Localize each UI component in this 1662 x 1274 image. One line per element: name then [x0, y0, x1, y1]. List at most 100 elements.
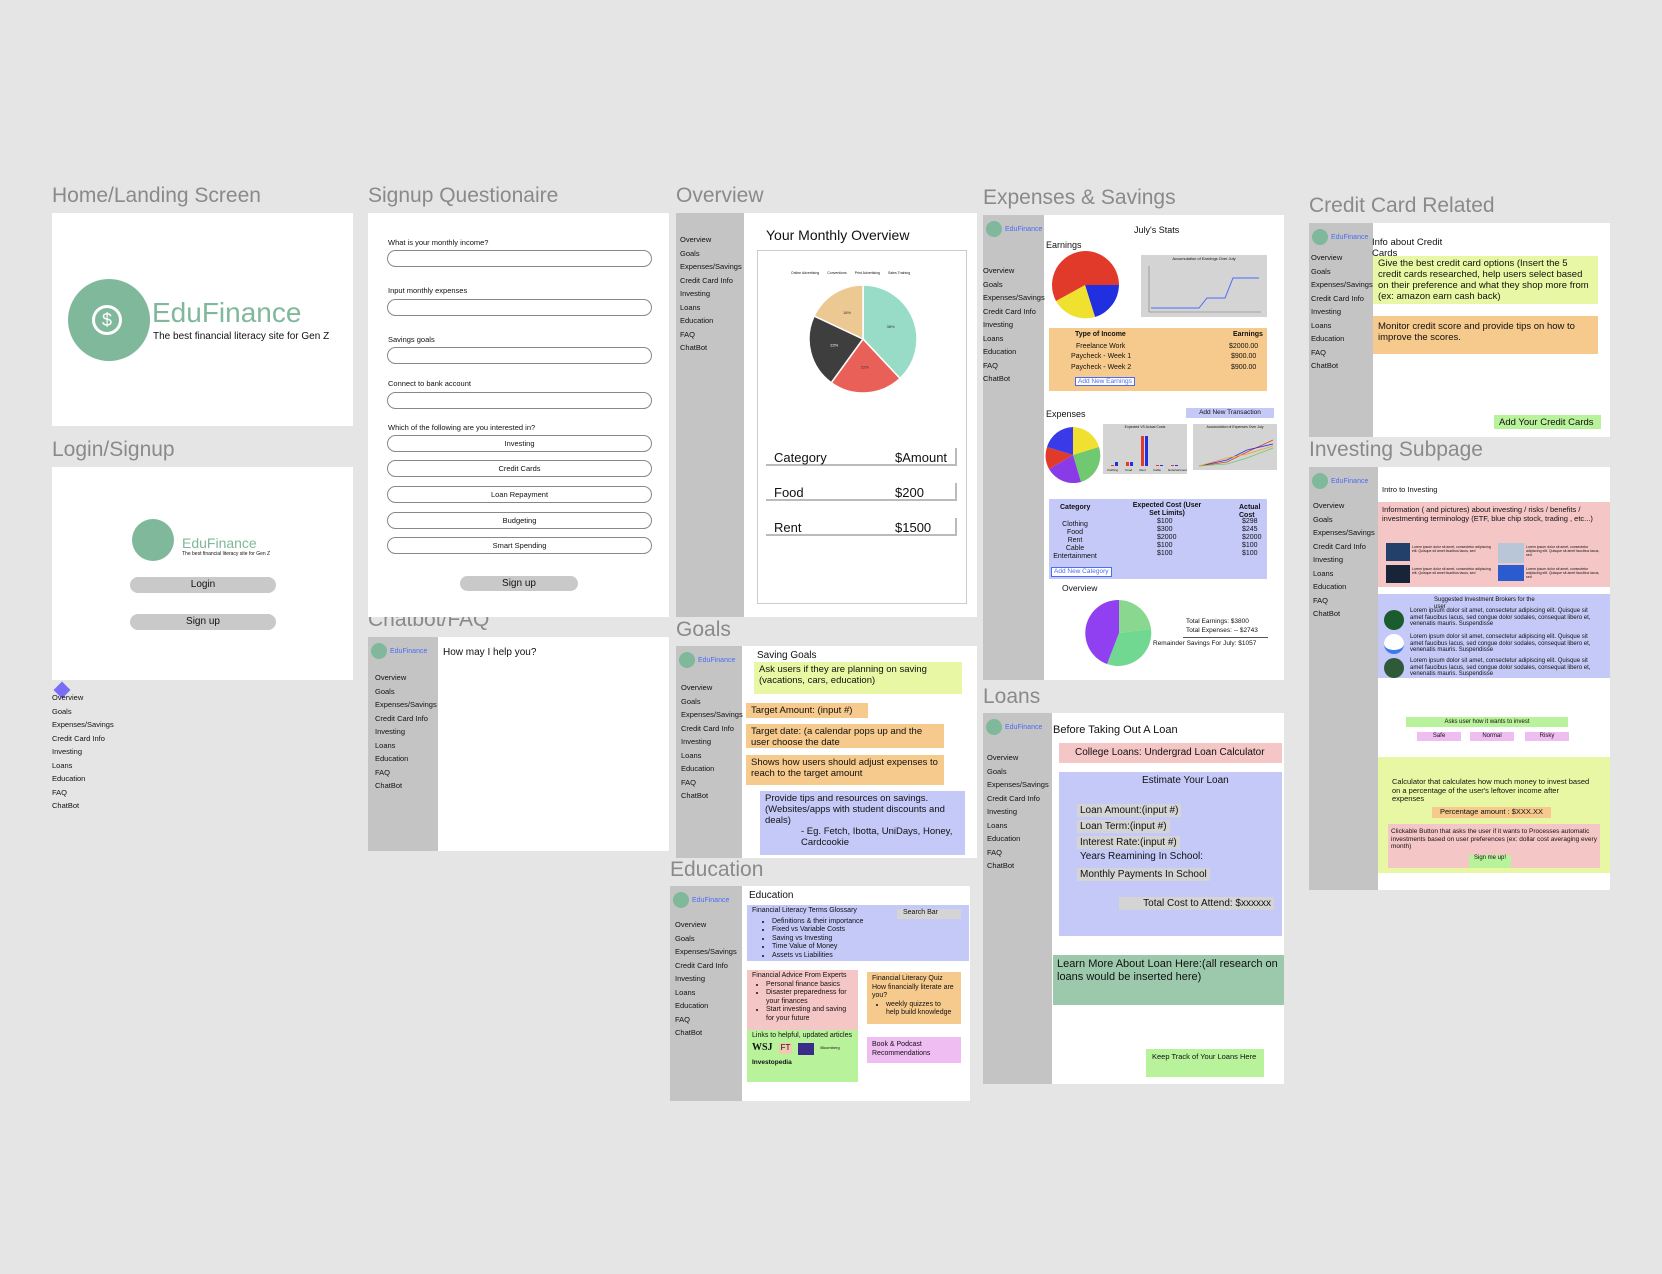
income-input[interactable]	[387, 250, 652, 267]
nav-item[interactable]: Overview	[52, 691, 114, 705]
nav-item[interactable]: Goals	[1313, 513, 1375, 527]
nav-item[interactable]: Expenses/Savings	[1313, 526, 1375, 540]
risk-risky-button[interactable]: Risky	[1525, 732, 1569, 741]
option-smart-spending[interactable]: Smart Spending	[387, 537, 652, 554]
quiz-box[interactable]: Financial Literacy Quiz How financially …	[867, 972, 961, 1024]
nav-item[interactable]: Credit Card Info	[680, 274, 742, 288]
search-bar[interactable]: Search Bar	[897, 909, 961, 919]
nav-item[interactable]: Investing	[680, 287, 742, 301]
loan-term-input[interactable]: Loan Term:(input #)	[1077, 820, 1170, 833]
nav-item[interactable]: FAQ	[1313, 594, 1375, 608]
nav-item[interactable]: Investing	[675, 972, 737, 986]
option-budgeting[interactable]: Budgeting	[387, 512, 652, 529]
nav-item[interactable]: Education	[52, 772, 114, 786]
savings-input[interactable]	[387, 347, 652, 364]
nav-item[interactable]: Credit Card Info	[1311, 292, 1373, 306]
nav-item[interactable]: Loans	[680, 301, 742, 315]
nav-item[interactable]: Education	[681, 762, 743, 776]
bank-input[interactable]	[387, 392, 652, 409]
nav-item[interactable]: Credit Card Info	[1313, 540, 1375, 554]
nav-item[interactable]: Goals	[987, 765, 1049, 779]
nav-item[interactable]: Expenses/Savings	[675, 945, 737, 959]
nav-item[interactable]: Expenses/Savings	[52, 718, 114, 732]
publication-logo-icon[interactable]	[798, 1042, 815, 1055]
nav-item[interactable]: Credit Card Info	[375, 712, 437, 726]
nav-item[interactable]: Loans	[681, 749, 743, 763]
option-credit-cards[interactable]: Credit Cards	[387, 460, 652, 477]
broker-description[interactable]: Lorem ipsum dolor sit amet, consectetur …	[1410, 658, 1600, 678]
nav-item[interactable]: Credit Card Info	[987, 792, 1049, 806]
bloomberg-link[interactable]: Bloomberg	[820, 1044, 839, 1053]
nav-item[interactable]: Goals	[681, 695, 743, 709]
nav-item[interactable]: Investing	[375, 725, 437, 739]
nav-item[interactable]: Goals	[675, 932, 737, 946]
nav-item[interactable]: FAQ	[675, 1013, 737, 1027]
nav-item[interactable]: Investing	[1311, 305, 1373, 319]
nav-item[interactable]: Expenses/Savings	[987, 778, 1049, 792]
nav-item[interactable]: ChatBot	[675, 1026, 737, 1040]
nav-item[interactable]: Overview	[680, 233, 742, 247]
expenses-input[interactable]	[387, 299, 652, 316]
nav-item[interactable]: FAQ	[987, 846, 1049, 860]
nav-item[interactable]: Education	[983, 345, 1045, 359]
nav-item[interactable]: FAQ	[1311, 346, 1373, 360]
learn-more-loans[interactable]: Learn More About Loan Here:(all research…	[1053, 955, 1284, 1005]
signup-button[interactable]: Sign up	[130, 614, 276, 630]
nav-item[interactable]: Loans	[675, 986, 737, 1000]
nav-item[interactable]: Overview	[681, 681, 743, 695]
loan-amount-input[interactable]: Loan Amount:(input #)	[1077, 804, 1182, 817]
nav-item[interactable]: Goals	[375, 685, 437, 699]
nav-item[interactable]: Loans	[52, 759, 114, 773]
nav-item[interactable]: Expenses/Savings	[983, 291, 1045, 305]
nav-item[interactable]: Goals	[983, 278, 1045, 292]
nav-item[interactable]: Education	[1313, 580, 1375, 594]
login-button[interactable]: Login	[130, 577, 276, 593]
nav-item[interactable]: Overview	[1313, 499, 1375, 513]
nav-item[interactable]: FAQ	[375, 766, 437, 780]
nav-item[interactable]: Overview	[1311, 251, 1373, 265]
nav-item[interactable]: Education	[680, 314, 742, 328]
nav-item[interactable]: Goals	[52, 705, 114, 719]
nav-item[interactable]: Overview	[375, 671, 437, 685]
nav-item[interactable]: ChatBot	[375, 779, 437, 793]
nav-item[interactable]: FAQ	[983, 359, 1045, 373]
track-loans-button[interactable]: Keep Track of Your Loans Here	[1146, 1049, 1264, 1077]
nav-item[interactable]: Goals	[680, 247, 742, 261]
option-loan-repayment[interactable]: Loan Repayment	[387, 486, 652, 503]
wsj-link[interactable]: WSJ	[752, 1043, 773, 1053]
broker-description[interactable]: Lorem ipsum dolor sit amet, consectetur …	[1410, 634, 1600, 654]
nav-item[interactable]: ChatBot	[987, 859, 1049, 873]
nav-item[interactable]: Education	[1311, 332, 1373, 346]
nav-item[interactable]: Loans	[987, 819, 1049, 833]
nav-item[interactable]: Credit Card Info	[983, 305, 1045, 319]
nav-item[interactable]: Overview	[675, 918, 737, 932]
add-category-button[interactable]: Add New Category	[1051, 567, 1112, 577]
nav-item[interactable]: Investing	[52, 745, 114, 759]
books-podcasts-box[interactable]: Book & Podcast Recommendations	[867, 1037, 961, 1063]
risk-normal-button[interactable]: Normal	[1470, 732, 1514, 741]
nav-item[interactable]: Expenses/Savings	[680, 260, 742, 274]
nav-item[interactable]: Education	[375, 752, 437, 766]
broker-description[interactable]: Lorem ipsum dolor sit amet, consectetur …	[1410, 608, 1600, 628]
nav-item[interactable]: Goals	[1311, 265, 1373, 279]
nav-item[interactable]: Loans	[983, 332, 1045, 346]
nav-item[interactable]: ChatBot	[680, 341, 742, 355]
target-date-note[interactable]: Target date: (a calendar pops up and the…	[746, 724, 944, 748]
nav-item[interactable]: Loans	[1313, 567, 1375, 581]
nav-item[interactable]: ChatBot	[1313, 607, 1375, 621]
nav-item[interactable]: Loans	[1311, 319, 1373, 333]
nav-item[interactable]: Loans	[375, 739, 437, 753]
add-credit-cards-button[interactable]: Add Your Credit Cards Here!	[1494, 415, 1601, 429]
nav-item[interactable]: Credit Card Info	[52, 732, 114, 746]
nav-item[interactable]: Overview	[983, 264, 1045, 278]
nav-item[interactable]: Expenses/Savings	[1311, 278, 1373, 292]
sign-me-up-button[interactable]: Sign me up!	[1469, 855, 1511, 868]
nav-item[interactable]: Overview	[987, 751, 1049, 765]
monthly-payments-field[interactable]: Monthly Payments In School	[1077, 868, 1210, 881]
nav-item[interactable]: Education	[987, 832, 1049, 846]
option-investing[interactable]: Investing	[387, 435, 652, 452]
nav-item[interactable]: FAQ	[52, 786, 114, 800]
investopedia-link[interactable]: Investopedia	[752, 1059, 853, 1068]
nav-item[interactable]: ChatBot	[1311, 359, 1373, 373]
nav-item[interactable]: Expenses/Savings	[375, 698, 437, 712]
